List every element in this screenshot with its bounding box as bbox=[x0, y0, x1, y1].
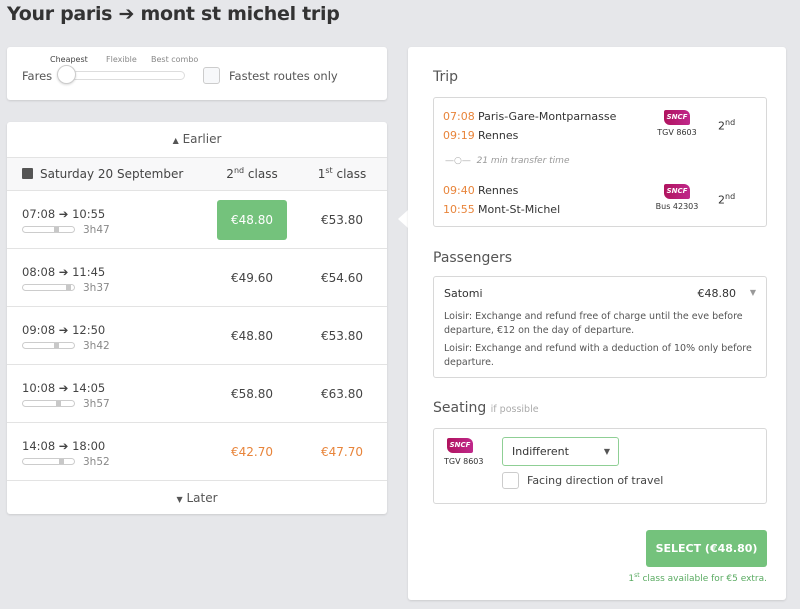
second-class-price[interactable]: €58.80 bbox=[217, 374, 287, 414]
date-label: Saturday 20 September bbox=[40, 167, 184, 181]
departure-time: 09:40 bbox=[443, 184, 475, 197]
row-times: 08:08 ➔ 11:45 bbox=[22, 265, 106, 279]
second-class-price[interactable]: €48.80 bbox=[217, 316, 287, 356]
second-class-price[interactable]: €49.60 bbox=[217, 258, 287, 298]
results-card: ▲ Earlier Saturday 20 September 2nd clas… bbox=[7, 122, 387, 514]
fare-condition: Loisir: Exchange and refund free of char… bbox=[444, 311, 743, 336]
page-title: Your paris ➔ mont st michel trip bbox=[7, 3, 340, 25]
departure-station: Paris-Gare-Montparnasse bbox=[478, 110, 617, 123]
caret-up-icon: ▲ bbox=[172, 136, 179, 145]
fares-slider-handle[interactable] bbox=[57, 65, 76, 84]
fare-condition: Loisir: Exchange and refund with a deduc… bbox=[444, 343, 752, 368]
passenger-box: Satomi €48.80 ▼ Loisir: Exchange and ref… bbox=[433, 276, 767, 378]
fares-slider-track[interactable] bbox=[59, 71, 185, 80]
seat-preference-select[interactable]: Indifferent ▼ bbox=[502, 437, 619, 466]
col-second-class: 2nd class bbox=[226, 166, 278, 181]
travel-class: 2nd bbox=[718, 118, 736, 133]
arrival-station: Mont-St-Michel bbox=[478, 203, 561, 216]
service-number: TGV 8603 bbox=[657, 128, 697, 137]
sncf-logo: SNCF bbox=[664, 110, 690, 125]
second-class-price[interactable]: €42.70 bbox=[217, 432, 287, 472]
first-class-upsell: 1st class available for €5 extra. bbox=[628, 572, 767, 584]
slider-option-cheapest[interactable]: Cheapest bbox=[50, 55, 88, 64]
arrival-time: 09:19 bbox=[443, 129, 475, 142]
passenger-name: Satomi bbox=[444, 287, 483, 300]
transfer-icon: —○— bbox=[445, 156, 471, 166]
earlier-button[interactable]: ▲ Earlier bbox=[7, 122, 387, 157]
result-row[interactable]: 08:08 ➔ 11:45 3h37 €49.60 €54.60 bbox=[7, 248, 387, 306]
result-row[interactable]: 09:08 ➔ 12:50 3h42 €48.80 €53.80 bbox=[7, 306, 387, 364]
chevron-down-icon: ▼ bbox=[603, 447, 610, 456]
first-class-price[interactable]: €54.60 bbox=[307, 258, 377, 298]
fastest-routes-label: Fastest routes only bbox=[229, 69, 338, 83]
row-duration: 3h57 bbox=[83, 398, 110, 410]
first-class-price[interactable]: €63.80 bbox=[307, 374, 377, 414]
passenger-expand-icon[interactable]: ▼ bbox=[750, 288, 756, 297]
seating-heading: Seating if possible bbox=[433, 400, 539, 416]
sncf-logo: SNCF bbox=[664, 184, 690, 199]
fares-label: Fares bbox=[22, 69, 53, 83]
trip-leg: 09:40 Rennes 10:55 Mont-St-Michel SNCF B… bbox=[434, 182, 764, 222]
sncf-logo: SNCF bbox=[447, 438, 473, 453]
duration-bar bbox=[22, 342, 75, 349]
selection-pointer bbox=[398, 210, 408, 228]
row-duration: 3h37 bbox=[83, 282, 110, 294]
passengers-heading: Passengers bbox=[433, 250, 513, 266]
departure-station: Rennes bbox=[478, 184, 519, 197]
arrival-station: Rennes bbox=[478, 129, 519, 142]
calendar-icon bbox=[22, 168, 33, 179]
select-button[interactable]: SELECT (€48.80) bbox=[646, 530, 767, 567]
service-number: Bus 42303 bbox=[655, 202, 699, 211]
first-class-price[interactable]: €53.80 bbox=[307, 200, 377, 240]
duration-bar bbox=[22, 226, 75, 233]
duration-bar bbox=[22, 284, 75, 291]
fastest-routes-checkbox[interactable] bbox=[203, 67, 220, 84]
row-times: 10:08 ➔ 14:05 bbox=[22, 381, 106, 395]
slider-option-best-combo[interactable]: Best combo bbox=[151, 55, 198, 64]
facing-direction-checkbox[interactable] bbox=[502, 472, 519, 489]
results-header: Saturday 20 September 2nd class 1st clas… bbox=[7, 157, 387, 190]
row-duration: 3h52 bbox=[83, 456, 110, 468]
result-row[interactable]: 14:08 ➔ 18:00 3h52 €42.70 €47.70 bbox=[7, 422, 387, 480]
first-class-price[interactable]: €53.80 bbox=[307, 316, 377, 356]
duration-bar bbox=[22, 458, 75, 465]
trip-box: 07:08 Paris-Gare-Montparnasse 09:19 Renn… bbox=[433, 97, 767, 227]
seating-service: TGV 8603 bbox=[444, 457, 484, 466]
later-button[interactable]: ▼ Later bbox=[7, 480, 387, 514]
filters-card: Fares Cheapest Flexible Best combo Faste… bbox=[7, 47, 387, 100]
duration-bar bbox=[22, 400, 75, 407]
result-row[interactable]: 10:08 ➔ 14:05 3h57 €58.80 €63.80 bbox=[7, 364, 387, 422]
caret-down-icon: ▼ bbox=[176, 495, 183, 504]
second-class-price[interactable]: €48.80 bbox=[217, 200, 287, 240]
trip-details-panel: Trip 07:08 Paris-Gare-Montparnasse 09:19… bbox=[408, 47, 786, 600]
trip-heading: Trip bbox=[433, 69, 459, 85]
seating-box: SNCF TGV 8603 Indifferent ▼ Facing direc… bbox=[433, 428, 767, 504]
row-times: 14:08 ➔ 18:00 bbox=[22, 439, 106, 453]
travel-class: 2nd bbox=[718, 192, 736, 207]
slider-option-flexible[interactable]: Flexible bbox=[106, 55, 137, 64]
transfer-row: —○— 21 min transfer time bbox=[445, 156, 570, 166]
arrival-time: 10:55 bbox=[443, 203, 475, 216]
row-times: 09:08 ➔ 12:50 bbox=[22, 323, 106, 337]
first-class-price[interactable]: €47.70 bbox=[307, 432, 377, 472]
row-duration: 3h47 bbox=[83, 224, 110, 236]
trip-leg: 07:08 Paris-Gare-Montparnasse 09:19 Renn… bbox=[434, 108, 764, 148]
col-first-class: 1st class bbox=[317, 166, 367, 181]
row-duration: 3h42 bbox=[83, 340, 110, 352]
departure-time: 07:08 bbox=[443, 110, 475, 123]
passenger-price: €48.80 bbox=[697, 287, 737, 300]
row-times: 07:08 ➔ 10:55 bbox=[22, 207, 106, 221]
result-row[interactable]: 07:08 ➔ 10:55 3h47 €48.80 €53.80 bbox=[7, 190, 387, 248]
facing-direction-label: Facing direction of travel bbox=[527, 474, 664, 487]
